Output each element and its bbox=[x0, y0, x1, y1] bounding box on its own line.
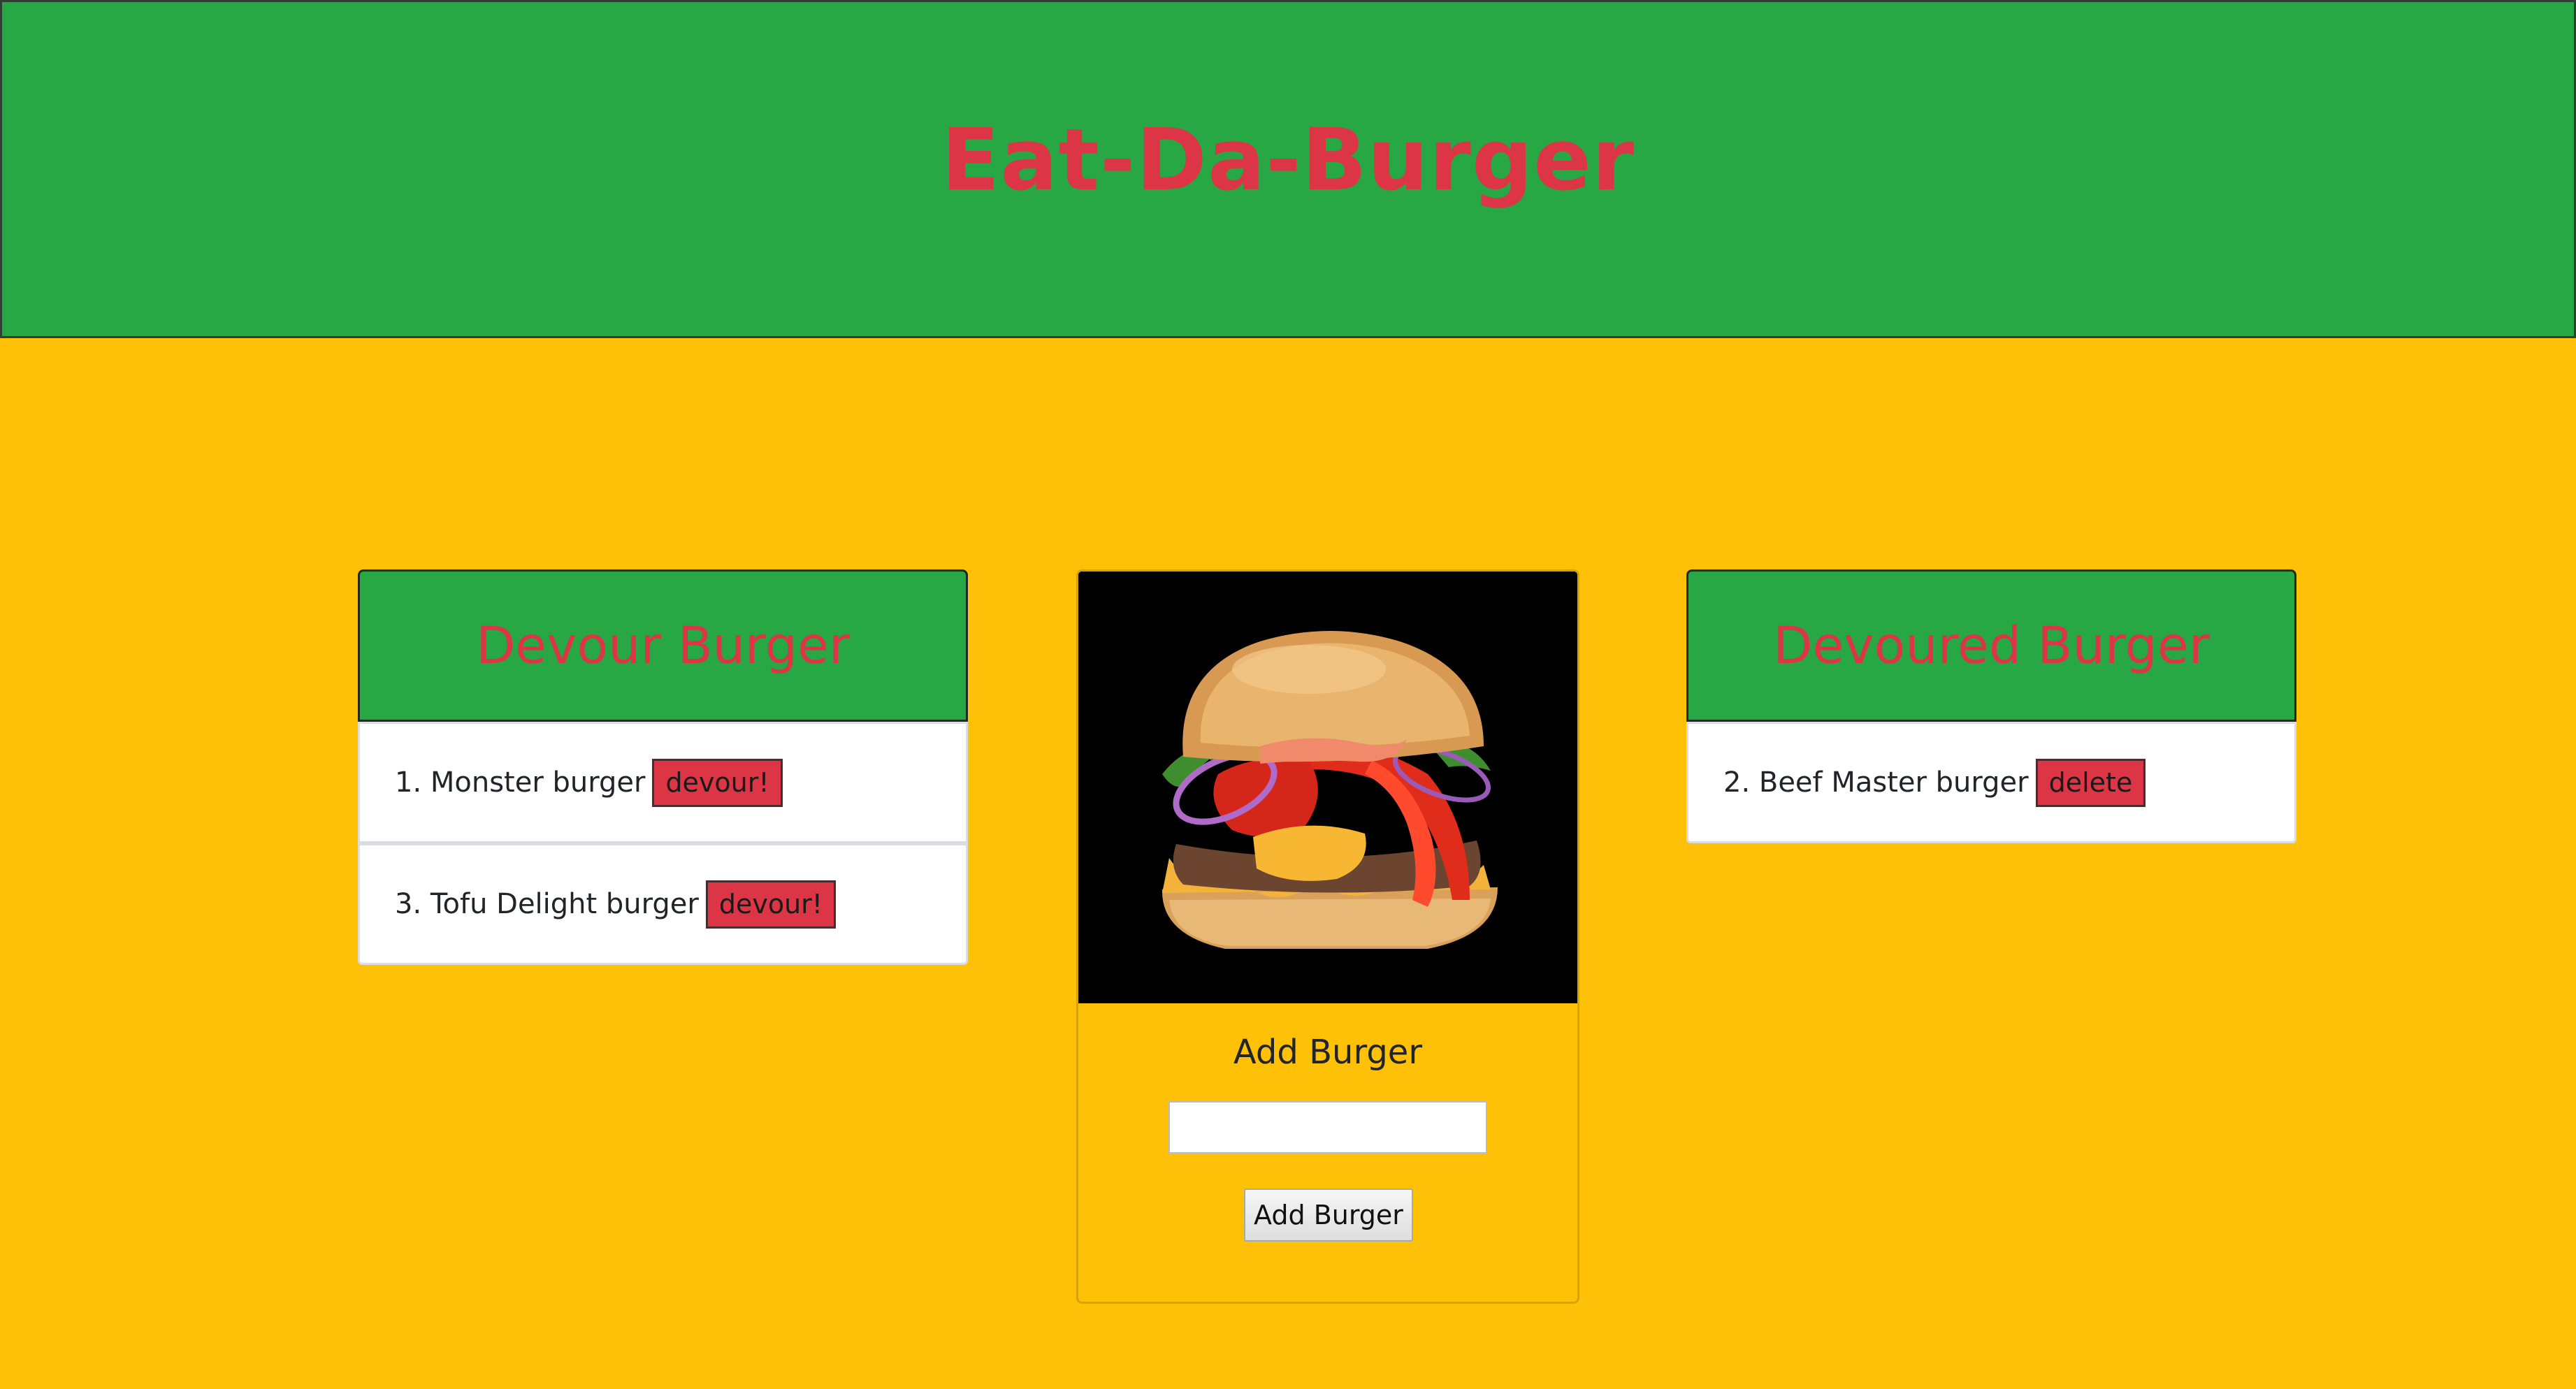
devour-button[interactable]: devour! bbox=[652, 758, 783, 807]
burger-name: 2. Beef Master burger bbox=[1723, 766, 2029, 799]
devoured-panel-header: Devoured Burger bbox=[1686, 569, 2296, 722]
devour-button[interactable]: devour! bbox=[705, 880, 837, 929]
app-title: Eat-Da-Burger bbox=[941, 110, 1635, 210]
burger-illustration bbox=[1078, 572, 1577, 1003]
burger-name: 3. Tofu Delight burger bbox=[395, 888, 699, 920]
burger-name-input[interactable] bbox=[1168, 1101, 1487, 1154]
list-item: 3. Tofu Delight burger devour! bbox=[358, 843, 968, 965]
site-header: Eat-Da-Burger bbox=[0, 0, 2576, 338]
add-burger-button[interactable]: Add Burger bbox=[1244, 1188, 1413, 1242]
add-burger-heading: Add Burger bbox=[1233, 1033, 1423, 1072]
list-item: 1. Monster burger devour! bbox=[358, 722, 968, 843]
burger-name: 1. Monster burger bbox=[395, 766, 646, 799]
devoured-panel-title: Devoured Burger bbox=[1773, 616, 2210, 676]
devour-panel-title: Devour Burger bbox=[476, 616, 850, 676]
burger-photo bbox=[1078, 572, 1577, 1003]
add-burger-card: Add Burger Add Burger bbox=[1076, 569, 1579, 1304]
devour-panel-header: Devour Burger bbox=[358, 569, 968, 722]
delete-button[interactable]: delete bbox=[2035, 758, 2146, 807]
list-item: 2. Beef Master burger delete bbox=[1686, 722, 2296, 843]
